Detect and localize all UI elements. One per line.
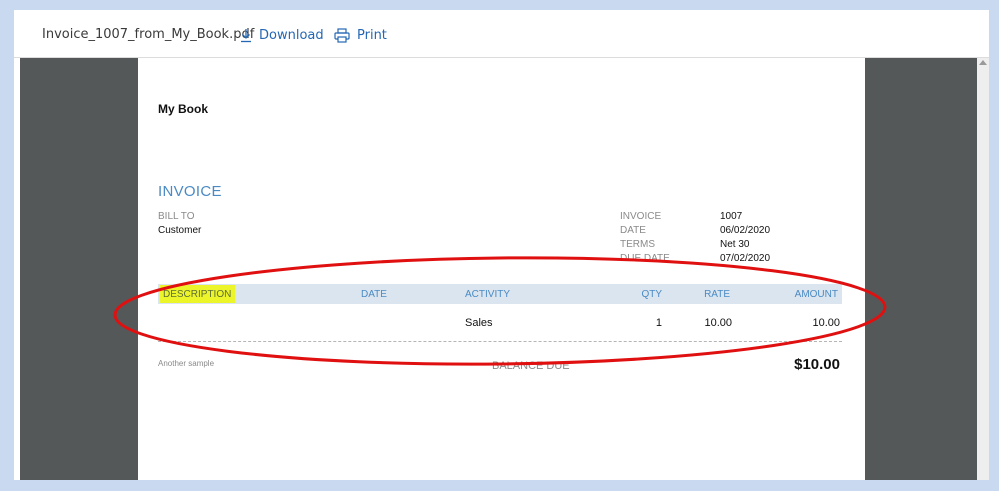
download-label: Download xyxy=(259,27,324,43)
invoice-number-label: INVOICE xyxy=(620,211,662,222)
print-icon xyxy=(334,27,350,43)
bill-to-value: Customer xyxy=(158,225,202,236)
row-qty: 1 xyxy=(655,317,662,329)
terms-label: TERMS xyxy=(620,239,655,250)
download-icon xyxy=(241,28,251,42)
row-rate: 10.00 xyxy=(704,317,732,329)
row-amount: 10.00 xyxy=(812,317,840,329)
due-date-value: 07/02/2020 xyxy=(720,253,771,264)
invoice-date-value: 06/02/2020 xyxy=(720,225,771,236)
invoice-number-value: 1007 xyxy=(720,211,743,222)
terms-value: Net 30 xyxy=(720,239,750,250)
due-date-label: DUE DATE xyxy=(620,253,670,264)
row-activity: Sales xyxy=(465,317,493,329)
invoice-page: My Book INVOICE BILL TO Customer INVOICE… xyxy=(138,58,865,480)
column-qty: QTY xyxy=(641,289,662,300)
pdf-viewer-window: Invoice_1007_from_My_Book.pdf Download P… xyxy=(14,10,989,480)
column-amount: AMOUNT xyxy=(794,289,838,300)
bill-to-label: BILL TO xyxy=(158,211,195,222)
line-items-header: DESCRIPTION DATE ACTIVITY QTY RATE AMOUN… xyxy=(158,284,842,304)
viewer-toolbar: Invoice_1007_from_My_Book.pdf Download P… xyxy=(14,10,989,58)
column-activity: ACTIVITY xyxy=(465,289,511,300)
column-rate: RATE xyxy=(704,289,730,300)
download-button[interactable]: Download xyxy=(240,25,324,45)
invoice-title: INVOICE xyxy=(158,183,222,200)
invoice-note: Another sample xyxy=(158,359,215,368)
print-button[interactable]: Print xyxy=(334,25,387,45)
print-label: Print xyxy=(357,27,387,43)
invoice-date-label: DATE xyxy=(620,225,646,236)
balance-due-amount: $10.00 xyxy=(794,356,840,373)
company-name: My Book xyxy=(158,102,209,116)
table-divider xyxy=(158,341,842,342)
scroll-up-icon[interactable] xyxy=(979,60,987,65)
file-name: Invoice_1007_from_My_Book.pdf xyxy=(42,27,255,42)
vertical-scrollbar[interactable] xyxy=(977,58,989,480)
column-description: DESCRIPTION xyxy=(163,289,232,300)
balance-due-label: BALANCE DUE xyxy=(492,360,570,372)
column-date: DATE xyxy=(361,289,387,300)
